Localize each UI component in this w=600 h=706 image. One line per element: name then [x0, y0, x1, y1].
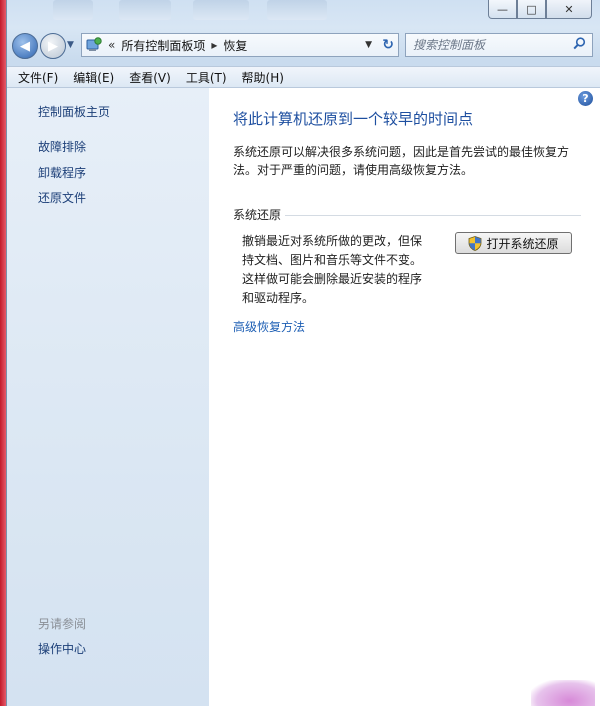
- minimize-button[interactable]: —: [488, 0, 517, 19]
- breadcrumb-separator-icon[interactable]: ▸: [211, 38, 217, 52]
- open-system-restore-label: 打开系统还原: [486, 236, 559, 251]
- menu-view[interactable]: 查看(V): [124, 69, 176, 86]
- forward-button[interactable]: ▶: [40, 33, 66, 59]
- main-panel: ? 将此计算机还原到一个较早的时间点 系统还原可以解决很多系统问题，因此是首先尝…: [209, 88, 600, 706]
- sidebar-item-uninstall-program[interactable]: 卸载程序: [38, 164, 86, 181]
- desktop-corner-blur: [531, 680, 595, 706]
- menu-help[interactable]: 帮助(H): [237, 69, 289, 86]
- navigation-bar: ◀ ▶ ▼ « 所有控制面板项 ▸ 恢复 ▼ ↻: [7, 30, 600, 62]
- breadcrumb-all-items[interactable]: 所有控制面板项: [121, 37, 205, 54]
- section-heading-system-restore: 系统还原: [233, 208, 282, 222]
- content-area: 控制面板主页 故障排除 卸载程序 还原文件 另请参阅 操作中心 ? 将此计算机还…: [7, 88, 600, 706]
- section-divider: [285, 215, 581, 216]
- uac-shield-icon: [469, 235, 482, 251]
- title-bar[interactable]: — □ ✕: [7, 0, 600, 26]
- search-input[interactable]: [413, 38, 563, 52]
- breadcrumb-recovery[interactable]: 恢复: [223, 37, 247, 54]
- back-button[interactable]: ◀: [12, 33, 38, 59]
- help-icon[interactable]: ?: [578, 91, 593, 106]
- advanced-recovery-link[interactable]: 高级恢复方法: [233, 318, 305, 335]
- refresh-icon[interactable]: ↻: [382, 37, 394, 53]
- sidebar: 控制面板主页 故障排除 卸载程序 还原文件 另请参阅 操作中心: [7, 88, 209, 706]
- see-also-heading: 另请参阅: [38, 617, 87, 631]
- sidebar-item-troubleshooting[interactable]: 故障排除: [38, 138, 86, 155]
- menu-bar: 文件(F) 编辑(E) 查看(V) 工具(T) 帮助(H): [7, 66, 600, 88]
- menu-tools[interactable]: 工具(T): [181, 69, 232, 86]
- recent-pages-chevron-icon[interactable]: ▼: [67, 40, 74, 50]
- address-bar[interactable]: « 所有控制面板项 ▸ 恢复 ▼ ↻: [81, 33, 399, 57]
- search-icon[interactable]: [573, 37, 586, 54]
- menu-edit[interactable]: 编辑(E): [68, 69, 119, 86]
- open-system-restore-button[interactable]: 打开系统还原: [455, 232, 572, 254]
- breadcrumb-overflow[interactable]: «: [108, 38, 115, 52]
- control-panel-icon: [86, 37, 102, 53]
- control-panel-window: — □ ✕ ◀ ▶ ▼ « 所有控制面板项 ▸ 恢复 ▼ ↻ 搜索控制面板 文件…: [6, 0, 600, 706]
- sidebar-item-restore-files[interactable]: 还原文件: [38, 189, 86, 206]
- page-title: 将此计算机还原到一个较早的时间点: [233, 110, 474, 128]
- section-description: 撤销最近对系统所做的更改，但保持文档、图片和音乐等文件不变。这样做可能会删除最近…: [242, 234, 423, 305]
- sidebar-control-panel-home[interactable]: 控制面板主页: [38, 103, 110, 120]
- caption-buttons: — □ ✕: [488, 0, 592, 19]
- maximize-button[interactable]: □: [517, 0, 546, 19]
- close-button[interactable]: ✕: [546, 0, 592, 19]
- address-dropdown-icon[interactable]: ▼: [365, 40, 372, 50]
- blurred-desktop-icons: [53, 0, 363, 22]
- search-box[interactable]: [405, 33, 593, 57]
- sidebar-item-action-center[interactable]: 操作中心: [38, 640, 86, 657]
- menu-file[interactable]: 文件(F): [13, 69, 63, 86]
- intro-text: 系统还原可以解决很多系统问题，因此是首先尝试的最佳恢复方法。对于严重的问题，请使…: [233, 145, 570, 177]
